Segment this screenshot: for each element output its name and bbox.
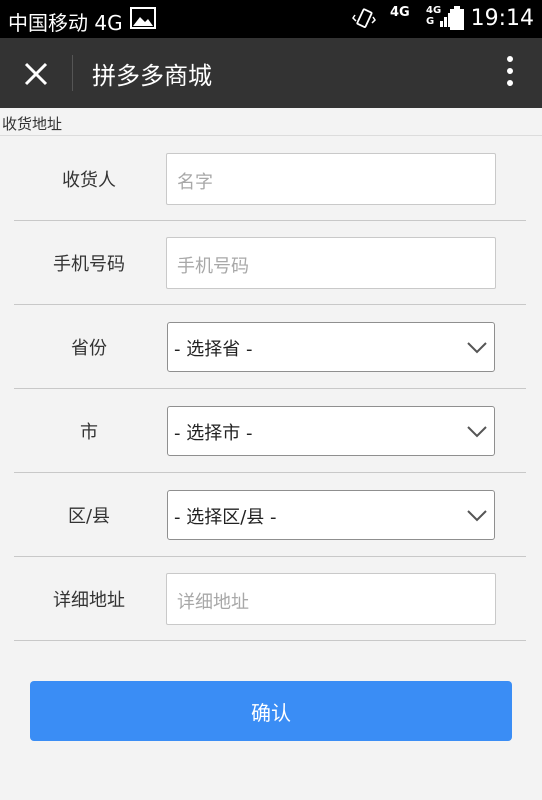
title-divider [72,55,73,91]
form-row-phone: 手机号码 手机号码 [14,221,526,305]
battery-icon [450,6,464,30]
recipient-placeholder: 名字 [177,172,213,193]
section-header: 收货地址 [0,108,542,136]
phone-placeholder: 手机号码 [177,256,249,277]
city-select[interactable]: - 选择市 - [167,406,495,456]
district-value: - 选择区/县 - [174,507,277,528]
address-input[interactable]: 详细地址 [166,573,496,625]
status-bar: 中国移动 4G 4G 4G G 19:14 [0,0,542,38]
chevron-down-icon [467,510,487,522]
title-bar: 拼多多商城 [0,38,542,108]
phone-label: 手机号码 [53,254,125,275]
form-row-address: 详细地址 详细地址 [14,557,526,641]
recipient-input[interactable]: 名字 [166,153,496,205]
network-indicator: 4G 4G G [390,5,455,31]
section-title: 收货地址 [2,115,63,133]
confirm-button[interactable]: 确认 [30,681,512,741]
chevron-down-icon [467,426,487,438]
network-secondary-top: 4G [426,5,442,16]
network-type-primary: 4G [390,5,410,20]
form-row-city: 市 - 选择市 - [14,389,526,473]
phone-input[interactable]: 手机号码 [166,237,496,289]
address-label: 详细地址 [53,590,125,611]
chevron-down-icon [467,342,487,354]
form-row-recipient: 收货人 名字 [14,137,526,221]
city-label: 市 [80,422,98,443]
recipient-label: 收货人 [62,170,116,191]
network-secondary-bottom: G [426,16,435,27]
carrier-label: 中国移动 4G [8,11,123,35]
page-title: 拼多多商城 [92,62,212,90]
city-value: - 选择市 - [174,423,253,444]
network-type-secondary: 4G G [426,5,441,27]
address-placeholder: 详细地址 [177,592,249,613]
more-vertical-icon[interactable] [506,56,514,90]
form-row-province: 省份 - 选择省 - [14,305,526,389]
district-label: 区/县 [67,506,111,527]
vibrate-icon [352,8,376,28]
close-icon[interactable] [18,56,54,92]
province-select[interactable]: - 选择省 - [167,322,495,372]
province-value: - 选择省 - [174,339,253,360]
district-select[interactable]: - 选择区/县 - [167,490,495,540]
province-label: 省份 [71,338,107,359]
gallery-icon [130,7,156,29]
status-time: 19:14 [470,6,534,31]
form-row-district: 区/县 - 选择区/县 - [14,473,526,557]
